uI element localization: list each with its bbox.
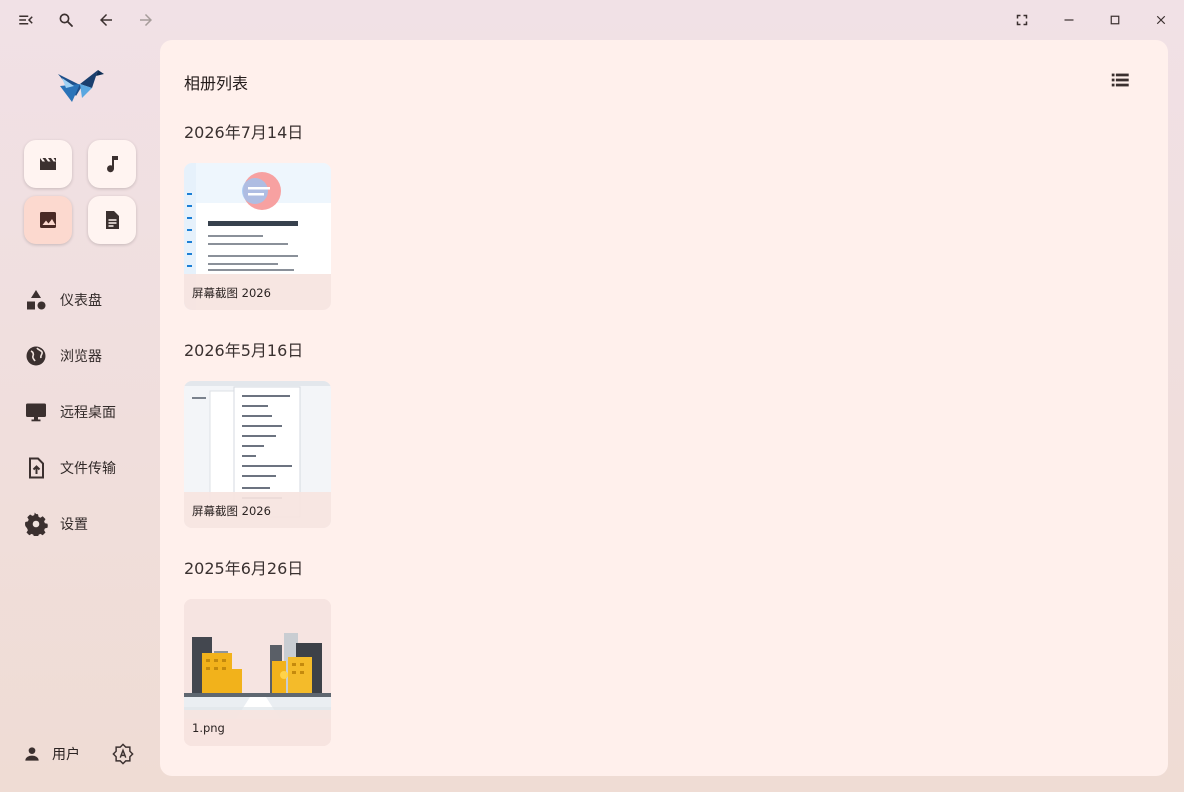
user-label: 用户 [52,747,80,763]
search-button[interactable] [52,6,80,34]
app-logo [52,62,108,106]
globe-icon [24,344,48,368]
nav-dashboard-label: 仪表盘 [60,293,102,309]
nav-browser-label: 浏览器 [60,349,102,365]
image-icon [40,212,56,228]
fullscreen-icon [1016,14,1028,26]
user-button[interactable]: 用户 [22,740,80,768]
movie-icon [40,158,56,170]
nav-remote-desktop[interactable]: 远程桌面 [16,390,152,434]
photo-caption: 屏幕截图 2026 [184,492,331,528]
sidebar: 仪表盘 浏览器 远程桌面 文件传输 设置 用户 [0,40,160,792]
monitor-icon [24,400,48,424]
group-date: 2026年5月16日 [184,341,304,360]
photos-quick-button[interactable] [24,196,72,244]
auto-brightness-icon [112,743,134,765]
nav-dashboard[interactable]: 仪表盘 [16,278,152,322]
documents-quick-button[interactable] [88,196,136,244]
music-note-icon [107,156,118,173]
nav-browser[interactable]: 浏览器 [16,334,152,378]
back-button[interactable] [92,6,120,34]
minimize-icon [1064,19,1074,21]
page-title: 相册列表 [184,74,249,93]
group-date: 2025年6月26日 [184,559,304,578]
person-icon [25,747,39,761]
maximize-icon [1110,15,1120,25]
videos-quick-button[interactable] [24,140,72,188]
document-icon [106,211,119,229]
nav-file-transfer[interactable]: 文件传输 [16,446,152,490]
nav-file-transfer-label: 文件传输 [60,461,116,477]
list-view-button[interactable] [1108,68,1132,92]
group-date: 2026年7月14日 [184,123,304,142]
title-bar [0,0,1184,40]
search-icon [59,13,73,27]
minimize-button[interactable] [1055,6,1083,34]
close-button[interactable] [1147,6,1175,34]
theme-button[interactable] [110,740,136,768]
forward-button[interactable] [132,6,160,34]
fullscreen-button[interactable] [1008,6,1036,34]
arrow-right-icon [140,14,152,26]
maximize-button[interactable] [1101,6,1129,34]
dashboard-shapes-icon [24,288,48,312]
music-quick-button[interactable] [88,140,136,188]
close-icon [1156,15,1166,25]
arrow-left-icon [100,14,112,26]
bird-logo-icon [58,70,104,102]
photo-card[interactable]: 屏幕截图 2026 [184,163,331,310]
nav-remote-desktop-label: 远程桌面 [60,405,116,421]
list-view-icon [1111,73,1129,87]
photo-caption: 1.png [184,710,331,746]
photo-caption: 屏幕截图 2026 [184,274,331,310]
menu-collapse-icon [19,15,33,25]
nav-settings-label: 设置 [60,517,88,533]
album-panel: 相册列表 2026年7月14日 屏幕截图 2026 2026年5月16日 屏幕截… [160,40,1168,776]
photo-card[interactable]: 屏幕截图 2026 [184,381,331,528]
file-upload-icon [24,456,48,480]
gear-icon [24,512,48,536]
photo-card[interactable]: 1.png [184,599,331,746]
toggle-menu-button[interactable] [12,6,40,34]
nav-settings[interactable]: 设置 [16,502,152,546]
